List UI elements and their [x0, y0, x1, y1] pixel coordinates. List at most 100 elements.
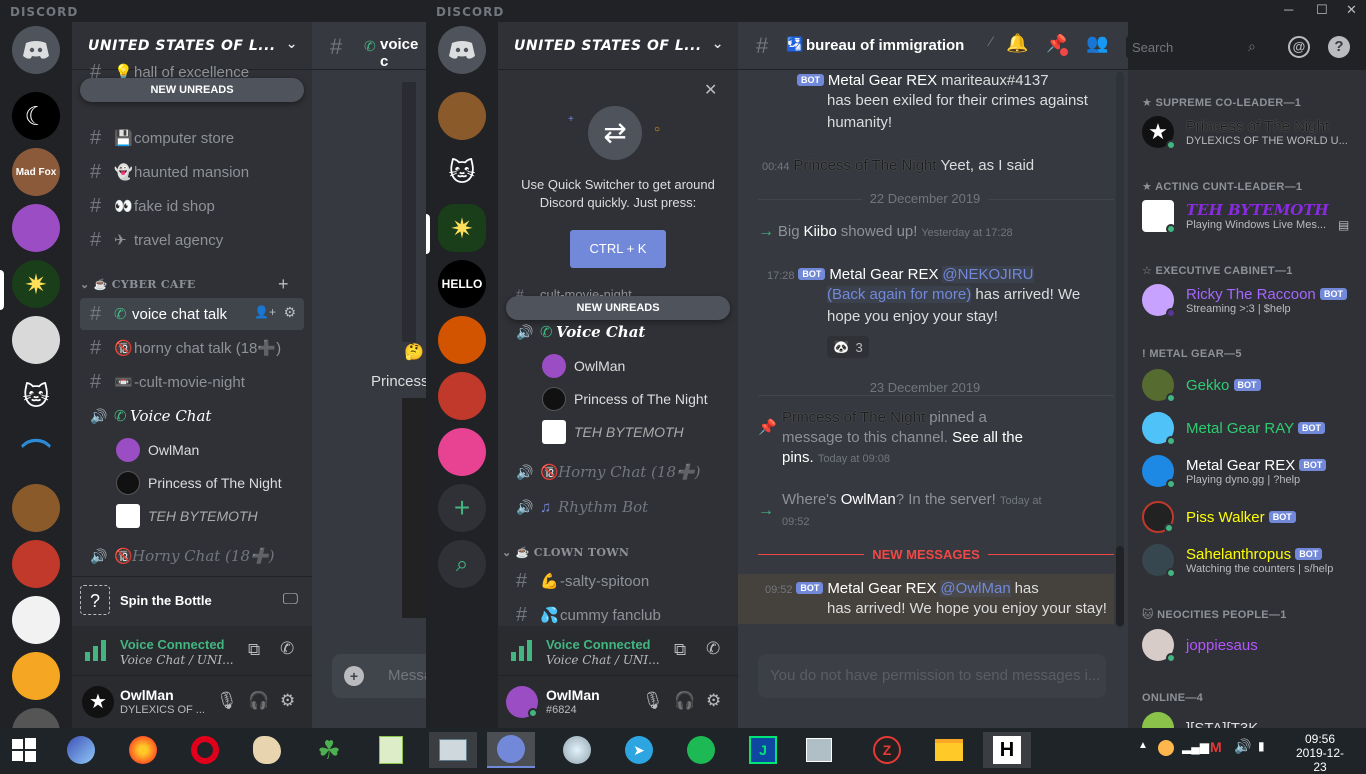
members-icon[interactable]: 👥	[1086, 33, 1108, 54]
opera-icon[interactable]	[181, 732, 229, 768]
member-item[interactable]: Sahelanthropus BOT Watching the counters …	[1142, 544, 1352, 578]
message-input[interactable]: You do not have permission to send messa…	[758, 654, 1106, 698]
discord-taskbar-icon[interactable]	[487, 732, 535, 768]
telegram-icon[interactable]: ➤	[615, 732, 663, 768]
voice-user[interactable]: TEH BYTEMOTH	[116, 504, 258, 528]
screen-share-icon[interactable]: 🖵	[283, 591, 298, 609]
headphones-icon[interactable]: 🎧	[674, 691, 695, 711]
scrollbar-track[interactable]	[1116, 72, 1124, 628]
image-embed[interactable]	[402, 398, 426, 618]
tray-chevron-icon[interactable]: ▲	[1138, 740, 1148, 751]
channel-item[interactable]: # 👀 fake id shop	[80, 190, 304, 222]
battery-icon[interactable]: ▮	[1258, 739, 1265, 753]
server-face-icon[interactable]	[12, 540, 60, 588]
voice-user[interactable]: Princess of The Night	[542, 387, 708, 411]
voice-channel[interactable]: 🔊 🔞 Horny Chat (18➕)	[80, 540, 304, 572]
channel-item[interactable]: # 💪 -salty-spitoon	[506, 565, 730, 597]
close-icon[interactable]: ✕	[704, 80, 717, 100]
category-cyber-cafe[interactable]: ⌄ ☕ CYBER CAFE	[80, 278, 196, 291]
voice-user[interactable]: TEH BYTEMOTH	[542, 420, 684, 444]
server-face-icon[interactable]	[438, 428, 486, 476]
screen-share-icon[interactable]: ⧉	[674, 640, 686, 660]
j-app-icon[interactable]: J	[739, 732, 787, 768]
home-icon[interactable]	[12, 26, 60, 74]
server-star-icon[interactable]: ✷	[438, 204, 486, 252]
screenshot-tool-icon[interactable]	[429, 732, 477, 768]
spotify-icon[interactable]	[677, 732, 725, 768]
new-unreads-pill[interactable]: NEW UNREADS	[80, 78, 304, 102]
server-star-icon[interactable]: ✷	[12, 260, 60, 308]
server-moon-icon[interactable]: ☾	[12, 92, 60, 140]
disconnect-icon[interactable]: ✆	[706, 639, 720, 659]
channel-item[interactable]: # ✈ travel agency	[80, 224, 304, 256]
feather-app-icon[interactable]	[57, 732, 105, 768]
screen-share-icon[interactable]: ⧉	[248, 640, 260, 660]
gear-icon[interactable]: ⚙	[280, 691, 295, 711]
voice-user[interactable]: OwlMan	[542, 354, 625, 378]
server-icecream-icon[interactable]	[438, 92, 486, 140]
notepad-icon[interactable]	[367, 732, 415, 768]
reaction[interactable]: 🐼 3	[827, 336, 869, 358]
member-item[interactable]: Metal Gear REX BOT Playing dyno.gg | ?hel…	[1142, 455, 1352, 489]
home-icon[interactable]	[438, 26, 486, 74]
channel-item[interactable]: # 📼 -cult-movie-night	[80, 366, 304, 398]
minimize-button[interactable]: ─	[1284, 2, 1293, 17]
server-hello-icon[interactable]: HELLO	[438, 260, 486, 308]
message-input-back[interactable]: + Messa	[332, 654, 432, 698]
bell-icon[interactable]: 🔔	[1006, 33, 1028, 54]
search-input[interactable]: Search ⌕	[1126, 36, 1270, 58]
server-icecream-icon[interactable]	[12, 484, 60, 532]
clover-icon[interactable]: ☘	[305, 732, 353, 768]
server-wolf-icon[interactable]	[12, 316, 60, 364]
member-item[interactable]: joppiesaus	[1142, 629, 1352, 663]
disconnect-icon[interactable]: ✆	[280, 639, 294, 659]
network-icon[interactable]: ▂▄▆	[1182, 740, 1209, 754]
voice-channel[interactable]: 🔊 ♫ Rhythm Bot	[506, 491, 730, 523]
rich-presence-icon[interactable]: ▤	[1338, 218, 1349, 232]
voice-channel[interactable]: 🔊 🔞 Horny Chat (18➕)	[506, 456, 730, 488]
add-attachment-icon[interactable]: +	[344, 666, 364, 686]
image-viewer-icon[interactable]	[795, 732, 843, 768]
add-channel-icon[interactable]: +	[278, 274, 289, 295]
tray-app-icon[interactable]	[1158, 740, 1174, 756]
guild-header-front[interactable]: UNITED STATES OF L... ⌄	[498, 22, 738, 70]
headphones-icon[interactable]: 🎧	[248, 691, 269, 711]
help-icon[interactable]: ?	[1328, 36, 1350, 58]
server-orange-icon[interactable]	[12, 652, 60, 700]
moon-app-icon[interactable]	[553, 732, 601, 768]
member-item[interactable]: Gekko BOT	[1142, 369, 1352, 403]
channel-item[interactable]: # 👻 haunted mansion	[80, 156, 304, 188]
gear-icon[interactable]: ⚙	[706, 691, 721, 711]
z-app-icon[interactable]: Z	[863, 732, 911, 768]
start-button[interactable]	[0, 732, 48, 768]
channel-item[interactable]: # 💾 computer store	[80, 122, 304, 154]
microphone-icon[interactable]: 🎙	[642, 691, 664, 711]
channel-item[interactable]: # 🔞 horny chat talk (18➕)	[80, 332, 304, 364]
channel-voice-chat-talk[interactable]: # ✆ voice chat talk 👤+ ⚙	[80, 298, 304, 330]
member-item[interactable]: TEH BYTEMOTH Playing Windows Live Mes...	[1142, 200, 1352, 234]
server-meme-icon[interactable]	[12, 596, 60, 644]
voice-user[interactable]: Princess of The Night	[116, 471, 282, 495]
server-wave-icon[interactable]: ⌒	[12, 428, 60, 476]
voice-user[interactable]: OwlMan	[116, 438, 199, 462]
member-item[interactable]: Metal Gear RAY BOT	[1142, 412, 1352, 446]
mention[interactable]: @NEKOJIRU	[942, 266, 1034, 283]
voice-connected-label[interactable]: Voice Connected	[546, 637, 651, 652]
server-cat-icon[interactable]: 🐱	[438, 148, 486, 196]
mention[interactable]: @OwlMan	[940, 580, 1011, 597]
member-item[interactable]: Piss Walker BOT	[1142, 501, 1352, 533]
server-homer-icon[interactable]	[438, 316, 486, 364]
server-robot-icon[interactable]	[438, 372, 486, 420]
close-button[interactable]: ✕	[1346, 2, 1357, 18]
security-tray-icon[interactable]: M	[1210, 739, 1222, 755]
h-app-icon[interactable]: H	[983, 732, 1031, 768]
voice-channel[interactable]: 🔊 ✆ Voice Chat	[506, 316, 730, 348]
activity-bar[interactable]: ? Spin the Bottle 🖵	[72, 576, 312, 626]
member-item[interactable]: Ricky The Raccoon BOT Streaming >:3 | $he…	[1142, 284, 1352, 318]
quick-switcher-button[interactable]: CTRL + K	[570, 230, 666, 268]
firefox-icon[interactable]	[119, 732, 167, 768]
avatar[interactable]: ★	[82, 686, 114, 718]
voice-channel[interactable]: 🔊 ✆ Voice Chat	[80, 400, 304, 432]
file-explorer-icon[interactable]	[925, 732, 973, 768]
microphone-icon[interactable]: 🎙	[216, 691, 238, 711]
